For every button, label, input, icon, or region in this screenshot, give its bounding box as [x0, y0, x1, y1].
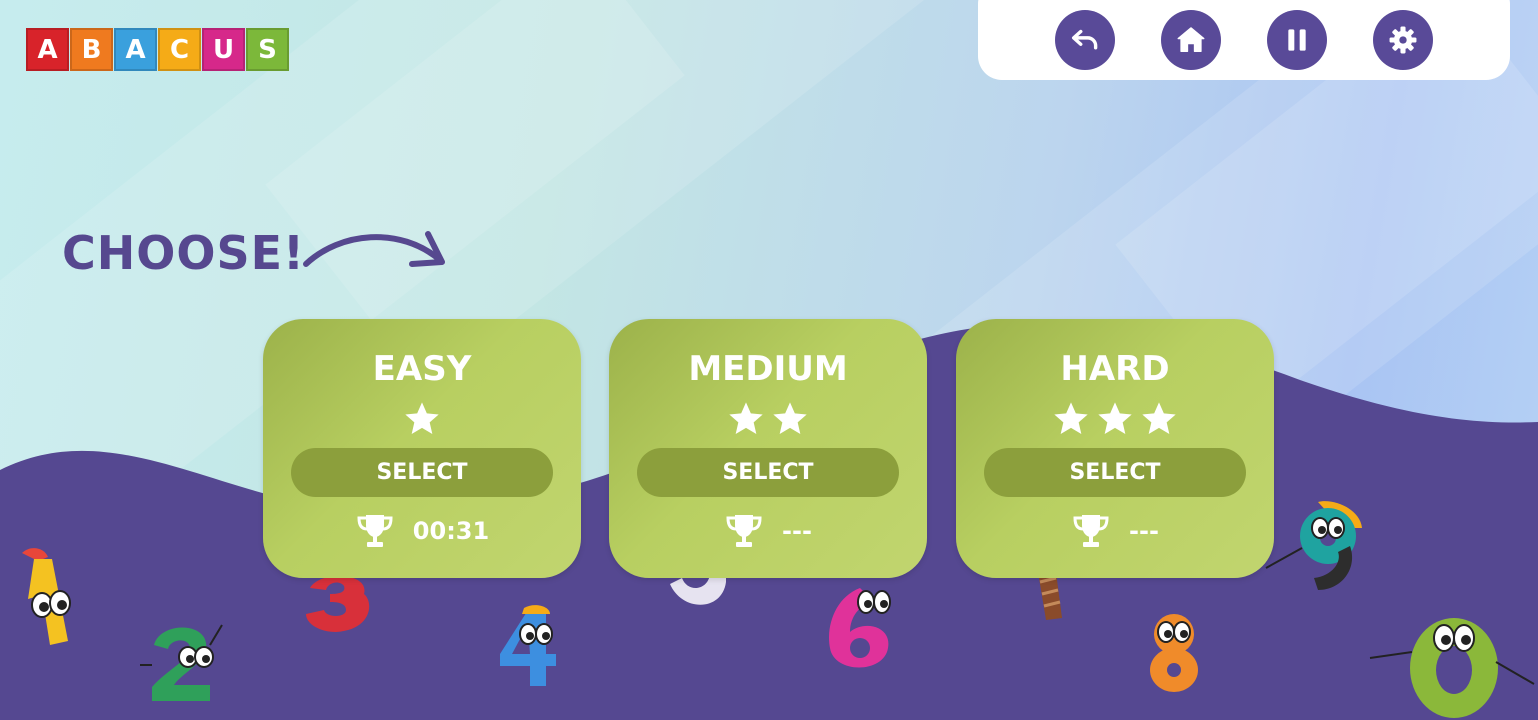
home-icon — [1177, 27, 1205, 53]
gear-icon — [1389, 26, 1417, 54]
home-button[interactable] — [1161, 10, 1221, 70]
logo-letter: B — [70, 28, 113, 71]
number-eight-character — [1150, 614, 1198, 692]
difficulty-stars — [263, 399, 581, 439]
best-time-value: 00:31 — [412, 517, 490, 545]
star-icon — [1098, 402, 1132, 434]
pause-icon — [1288, 29, 1306, 51]
trophy-icon — [357, 515, 393, 547]
number-six-character — [829, 588, 891, 668]
difficulty-stars — [609, 399, 927, 439]
choose-heading: CHOOSE! — [62, 226, 305, 280]
number-nine-character — [1265, 501, 1362, 590]
level-card-hard: HARD SELECT --- — [956, 319, 1274, 578]
level-title: MEDIUM — [688, 349, 848, 389]
number-zero-character — [1369, 618, 1535, 718]
star-icon — [405, 402, 439, 434]
number-three-character — [306, 575, 370, 632]
abacus-logo: A B A C U S — [26, 28, 289, 71]
logo-letter: S — [246, 28, 289, 71]
select-hard-button[interactable]: SELECT — [984, 448, 1246, 497]
best-time-value: --- — [1129, 517, 1159, 545]
arrow-icon — [303, 231, 445, 267]
star-icon — [1142, 402, 1176, 434]
logo-letter: A — [114, 28, 157, 71]
difficulty-stars — [956, 399, 1274, 439]
best-time: --- — [956, 513, 1274, 549]
top-toolbar — [978, 0, 1510, 80]
logo-letter: U — [202, 28, 245, 71]
level-card-easy: EASY SELECT 00:31 — [263, 319, 581, 578]
trophy-icon — [1073, 515, 1109, 547]
best-time: --- — [609, 513, 927, 549]
settings-button[interactable] — [1373, 10, 1433, 70]
number-five-character — [670, 572, 726, 605]
level-title: HARD — [1060, 349, 1170, 389]
best-time-value: --- — [782, 517, 812, 545]
logo-letter: C — [158, 28, 201, 71]
undo-button[interactable] — [1055, 10, 1115, 70]
undo-icon — [1071, 29, 1098, 50]
star-icon — [729, 402, 763, 434]
best-time: 00:31 — [263, 513, 581, 549]
star-icon — [1054, 402, 1088, 434]
pause-button[interactable] — [1267, 10, 1327, 70]
trophy-icon — [726, 515, 762, 547]
select-medium-button[interactable]: SELECT — [637, 448, 899, 497]
logo-letter: A — [26, 28, 69, 71]
level-title: EASY — [372, 349, 472, 389]
level-card-medium: MEDIUM SELECT --- — [609, 319, 927, 578]
number-four-character — [500, 605, 556, 686]
number-one-character — [22, 548, 71, 645]
number-two-character — [140, 624, 223, 701]
select-easy-button[interactable]: SELECT — [291, 448, 553, 497]
number-seven-character — [1038, 572, 1062, 620]
star-icon — [773, 402, 807, 434]
